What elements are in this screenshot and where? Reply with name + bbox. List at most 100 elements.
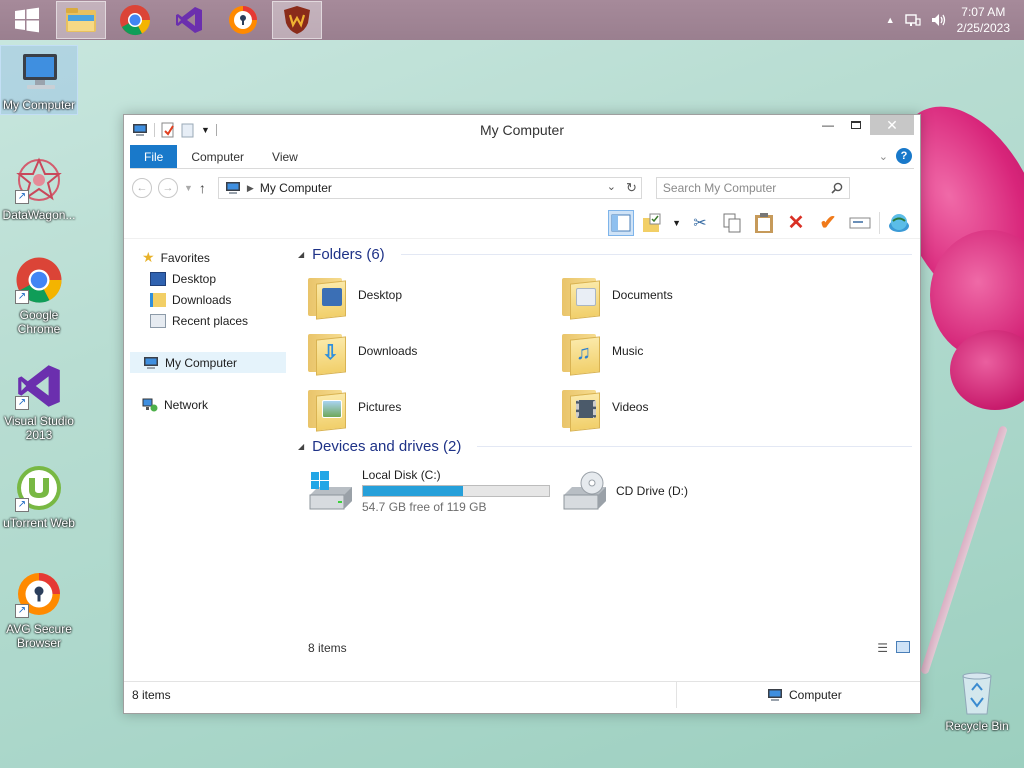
drive-cd-d[interactable]: CD Drive (D:) xyxy=(562,465,816,517)
folder-icon xyxy=(562,272,604,320)
network-icon xyxy=(142,398,158,411)
windows-logo-icon xyxy=(15,7,39,33)
back-button[interactable]: ← xyxy=(132,178,152,198)
preview-pane-icon xyxy=(611,214,631,231)
folder-label: Pictures xyxy=(358,400,402,414)
close-button[interactable]: ✕ xyxy=(870,115,914,135)
nav-my-computer[interactable]: My Computer xyxy=(130,352,286,373)
taskbar-chrome[interactable] xyxy=(110,1,160,39)
ribbon-right: ⌄ ? xyxy=(879,148,912,164)
address-bar[interactable]: ▶ My Computer ⌄ ↻ xyxy=(217,177,642,199)
minimize-button[interactable]: — xyxy=(814,115,842,135)
network-icon[interactable] xyxy=(904,13,921,27)
nav-favorites[interactable]: ★ Favorites xyxy=(124,247,287,268)
desktop-icon-utorrent-web[interactable]: ↗ uTorrent Web xyxy=(0,458,78,530)
folder-documents[interactable]: Documents xyxy=(562,271,816,320)
clock[interactable]: 7:07 AM 2/25/2023 xyxy=(957,4,1010,36)
group-header-folders[interactable]: ◢ Folders (6) xyxy=(298,243,912,265)
tab-computer[interactable]: Computer xyxy=(177,145,258,168)
group-header-devices[interactable]: ◢ Devices and drives (2) xyxy=(298,435,912,457)
tab-file[interactable]: File xyxy=(130,145,178,168)
desktop-icon-avg-secure-browser[interactable]: ↗ AVG Secure Browser xyxy=(0,564,78,650)
up-arrow-icon[interactable]: ↑ xyxy=(199,180,206,196)
divider xyxy=(477,445,912,447)
address-dropdown-icon[interactable]: ⌄ xyxy=(607,180,616,196)
cut-button[interactable]: ✂ xyxy=(687,210,713,236)
hard-disk-icon xyxy=(308,471,354,511)
desktop-icon-visual-studio[interactable]: ↗ Visual Studio 2013 xyxy=(0,356,78,442)
documents-badge xyxy=(576,288,596,306)
drive-label: Local Disk (C:) xyxy=(362,468,441,482)
forward-arrow-icon: → xyxy=(162,182,174,194)
nav-label: Favorites xyxy=(160,250,210,265)
delete-button[interactable]: ✕ xyxy=(783,210,809,236)
nav-downloads[interactable]: Downloads xyxy=(124,289,287,310)
help-icon[interactable]: ? xyxy=(896,148,912,164)
folder-icon xyxy=(562,384,604,432)
paste-button[interactable] xyxy=(751,210,777,236)
drive-local-disk-c[interactable]: Local Disk (C:) 54.7 GB free of 119 GB xyxy=(308,465,562,517)
rename-button[interactable] xyxy=(847,210,873,236)
show-hidden-icons-icon[interactable]: ▲ xyxy=(886,15,895,25)
network-drive-button[interactable] xyxy=(886,210,912,236)
nav-network[interactable]: Network xyxy=(124,394,287,415)
desktop-icon-google-chrome[interactable]: ↗ Google Chrome xyxy=(0,250,78,336)
desktop-icon-datawagon[interactable]: ↗ DataWagon... xyxy=(0,150,78,222)
computer-icon xyxy=(768,689,782,701)
system-tray: ▲ 7:07 AM 2/25/2023 xyxy=(886,0,1024,40)
taskbar-file-explorer[interactable] xyxy=(56,1,106,39)
taskbar-avg-browser[interactable] xyxy=(218,1,268,39)
search-placeholder: Search My Computer xyxy=(662,181,777,195)
dropdown-icon[interactable]: ▼ xyxy=(672,218,681,228)
desktop-icon-recycle-bin[interactable]: Recycle Bin xyxy=(940,668,1014,733)
refresh-icon[interactable]: ↻ xyxy=(626,180,637,196)
maximize-button[interactable] xyxy=(842,115,870,135)
folder-icon xyxy=(66,8,96,32)
folder-videos[interactable]: Videos xyxy=(562,383,816,432)
cd-drive-icon xyxy=(562,471,608,511)
shield-icon xyxy=(284,6,310,34)
folder-music[interactable]: ♫ Music xyxy=(562,327,816,376)
picture-badge xyxy=(322,400,342,418)
nav-recent-places[interactable]: Recent places xyxy=(124,310,287,331)
breadcrumb[interactable]: My Computer xyxy=(260,181,332,195)
copy-button[interactable] xyxy=(719,210,745,236)
nav-desktop[interactable]: Desktop xyxy=(124,268,287,289)
download-arrow-icon: ⇩ xyxy=(322,342,339,364)
film-icon xyxy=(576,400,596,418)
expand-ribbon-icon[interactable]: ⌄ xyxy=(879,150,888,163)
breadcrumb-chevron-icon[interactable]: ▶ xyxy=(247,183,254,194)
search-icon xyxy=(831,182,843,194)
start-button[interactable] xyxy=(2,1,52,39)
taskbar-datawagon[interactable] xyxy=(272,1,322,39)
details-view-icon[interactable]: ☰ xyxy=(877,641,888,655)
title-bar[interactable]: ▼ My Computer — ✕ xyxy=(124,115,920,145)
globe-icon xyxy=(889,213,909,232)
desktop-icon-my-computer[interactable]: My Computer xyxy=(0,45,78,115)
content-area: ★ Favorites Desktop Downloads Recent pla… xyxy=(124,239,920,661)
paste-icon xyxy=(755,212,773,233)
folder-downloads[interactable]: ⇩ Downloads xyxy=(308,327,562,376)
select-folder-button[interactable] xyxy=(640,210,666,236)
desktop-icon-label: DataWagon... xyxy=(2,208,76,222)
recent-locations-icon[interactable]: ▼ xyxy=(184,183,193,193)
folder-pictures[interactable]: Pictures xyxy=(308,383,562,432)
collapse-icon: ◢ xyxy=(298,441,305,451)
properties-button[interactable]: ✔ xyxy=(815,210,841,236)
forward-button[interactable]: → xyxy=(158,178,178,198)
tab-view[interactable]: View xyxy=(258,145,312,168)
folder-icon xyxy=(308,272,350,320)
large-icons-view-icon[interactable] xyxy=(896,641,910,653)
folder-desktop[interactable]: Desktop xyxy=(308,271,562,320)
copy-icon xyxy=(723,213,741,232)
preview-pane-button[interactable] xyxy=(608,209,635,236)
folder-icon: ♫ xyxy=(562,328,604,376)
navigation-pane: ★ Favorites Desktop Downloads Recent pla… xyxy=(124,239,288,661)
nav-label: My Computer xyxy=(165,355,238,370)
star-icon: ★ xyxy=(142,249,155,265)
volume-icon[interactable] xyxy=(931,13,947,27)
maximize-icon xyxy=(851,121,861,129)
taskbar-visual-studio[interactable] xyxy=(164,1,214,39)
desktop-icon-label: AVG Secure Browser xyxy=(6,622,72,650)
search-input[interactable]: Search My Computer xyxy=(655,177,850,199)
